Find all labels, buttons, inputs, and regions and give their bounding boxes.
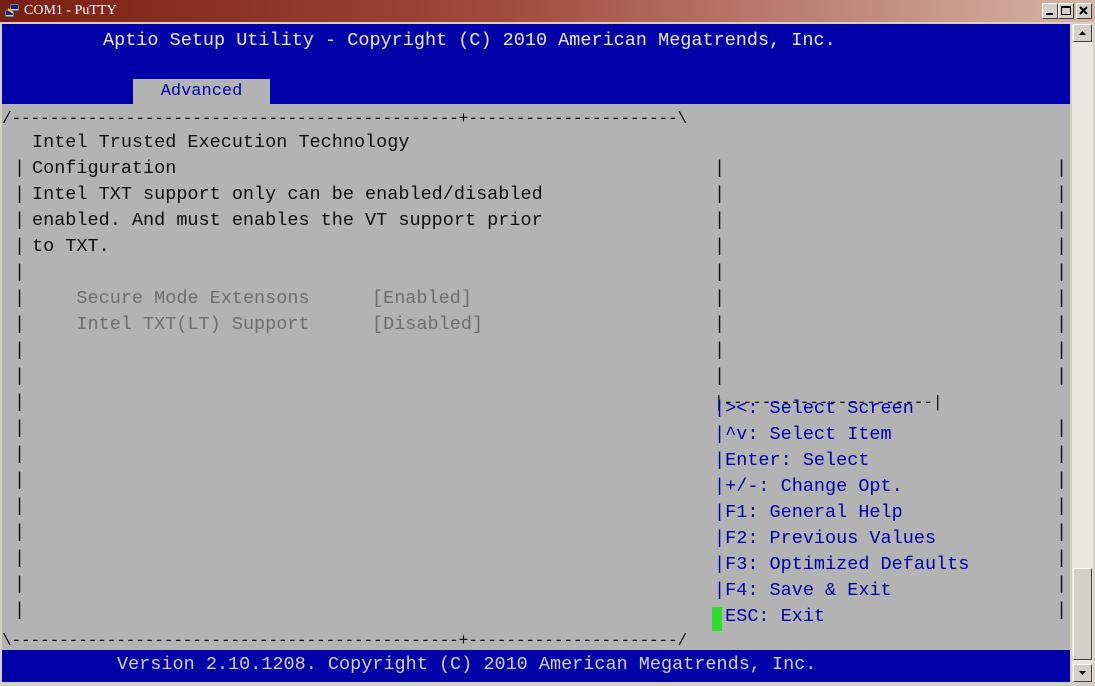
section-title-line-2: Configuration — [32, 158, 177, 179]
description-line-2: enabled. And must enables the VT support… — [32, 210, 543, 231]
section-title-line-1: Intel Trusted Execution Technology — [32, 132, 410, 153]
scroll-down-button[interactable] — [1073, 664, 1092, 682]
help-key-esc-exit: ESC: Exit — [725, 606, 826, 627]
setting-value: [Enabled] — [372, 288, 472, 309]
help-key-save-exit: |F4: Save & Exit — [714, 580, 892, 601]
bios-footer-text: Version 2.10.1208. Copyright (C) 2010 Am… — [117, 654, 817, 675]
arrow-up-icon — [1079, 31, 1086, 35]
setting-value: [Disabled] — [372, 314, 484, 335]
close-icon — [1079, 6, 1088, 15]
bios-header: Aptio Setup Utility - Copyright (C) 2010… — [2, 24, 1070, 105]
minimize-icon — [1046, 13, 1053, 15]
description-line-3: to TXT. — [32, 236, 110, 257]
setting-intel-txt-support[interactable]: Intel TXT(LT) Support [Disabled] — [32, 286, 483, 364]
close-button[interactable] — [1076, 3, 1092, 19]
frame-top-border: /---------------------------------------… — [2, 110, 688, 128]
scrollbar-thumb[interactable] — [1073, 568, 1092, 660]
arrow-down-icon — [1079, 671, 1086, 675]
window-title: COM1 - PuTTY — [24, 3, 117, 18]
minimize-button[interactable] — [1042, 3, 1058, 19]
window-title-bar[interactable]: COM1 - PuTTY — [0, 0, 1095, 22]
putty-icon — [4, 3, 20, 18]
help-key-select: |Enter: Select — [714, 450, 870, 471]
maximize-icon — [1061, 6, 1071, 15]
help-key-select-screen: |><: Select Screen — [714, 398, 914, 419]
help-key-select-item: |^v: Select Item — [714, 424, 892, 445]
bios-header-title: Aptio Setup Utility - Copyright (C) 2010… — [103, 30, 836, 51]
description-line-1: Intel TXT support only can be enabled/di… — [32, 184, 543, 205]
help-key-change-opt: |+/-: Change Opt. — [714, 476, 903, 497]
scroll-up-button[interactable] — [1073, 24, 1092, 42]
setting-label: Intel TXT(LT) Support — [76, 314, 310, 335]
terminal-screen[interactable]: Aptio Setup Utility - Copyright (C) 2010… — [2, 24, 1070, 682]
bios-footer: Version 2.10.1208. Copyright (C) 2010 Am… — [2, 650, 1070, 682]
vertical-scrollbar[interactable] — [1072, 24, 1093, 682]
help-key-optimized-defaults: |F3: Optimized Defaults — [714, 554, 970, 575]
tab-advanced[interactable]: Advanced — [133, 79, 270, 105]
maximize-button[interactable] — [1058, 3, 1074, 19]
help-key-general-help: |F1: General Help — [714, 502, 903, 523]
help-key-previous-values: |F2: Previous Values — [714, 528, 937, 549]
